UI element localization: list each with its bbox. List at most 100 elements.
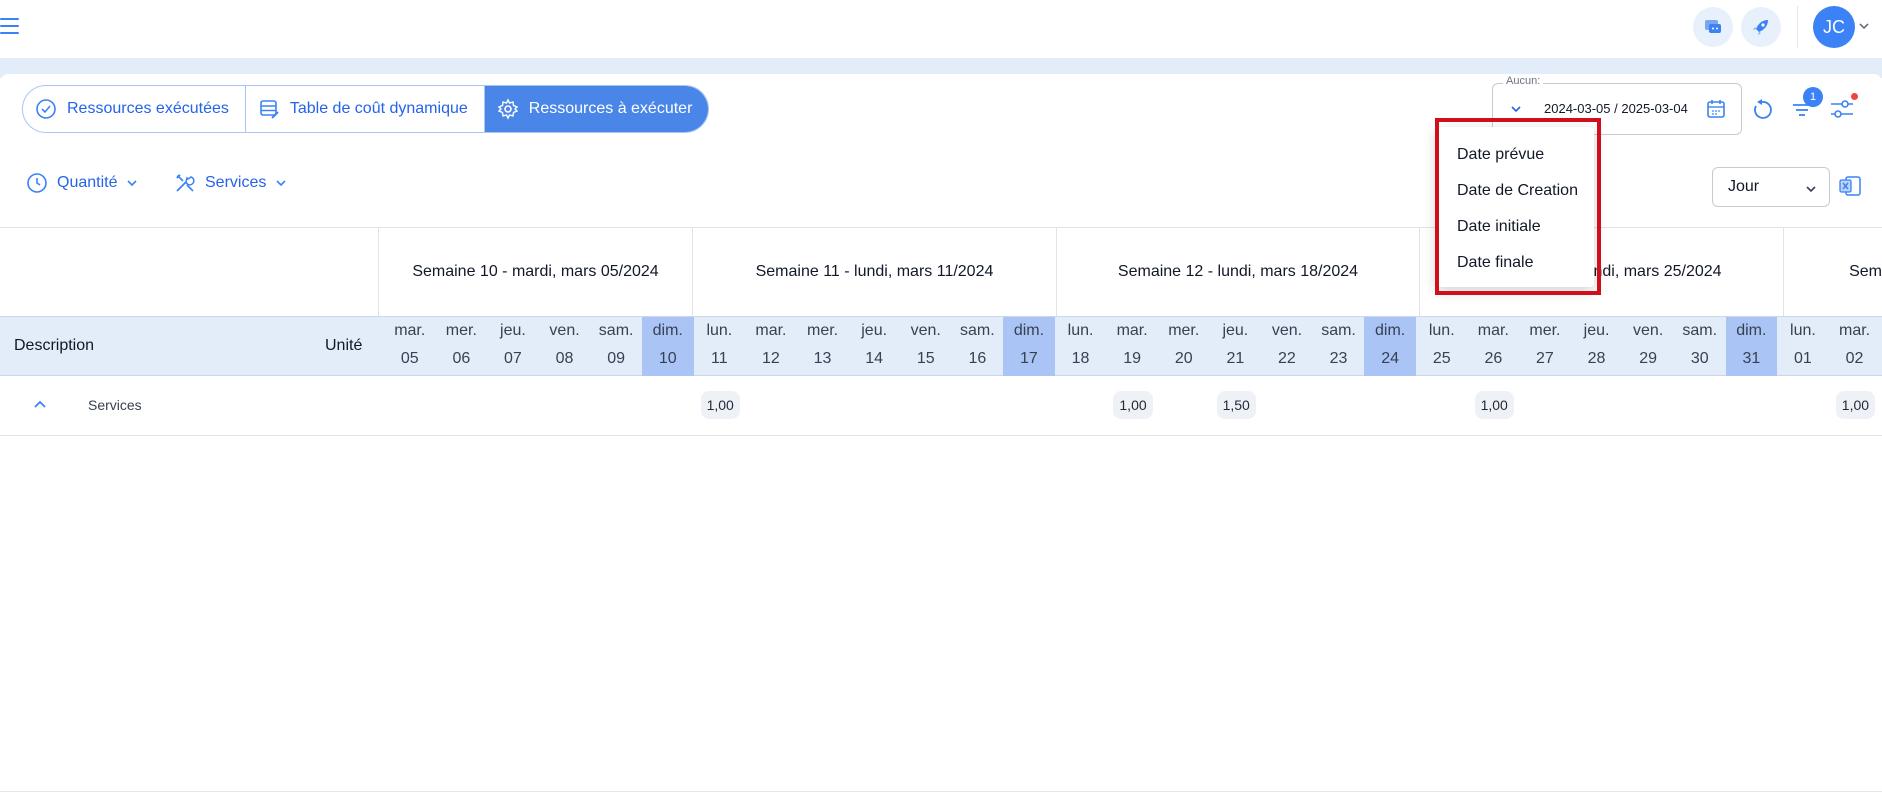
day-name: dim. [652,322,683,339]
clock-icon [27,173,47,193]
quantity-filter-label: Quantité [57,174,118,191]
cell-value[interactable]: 1,50 [1216,391,1256,419]
day-number: 18 [1071,350,1090,367]
day-name: ven. [1271,322,1303,339]
avatar-initials: JC [1823,16,1845,37]
chevron-down-icon[interactable] [1858,20,1870,32]
hamburger-icon[interactable] [0,18,20,36]
day-column-header: jeu. 14 [848,317,900,376]
day-name: ven. [1633,322,1664,339]
top-bar [0,0,1882,58]
week-header: Semaine 10 - mardi, mars 05/2024 [378,228,692,316]
view-select[interactable]: Jour [1712,167,1830,207]
day-column-header: dim. 31 [1725,317,1778,376]
day-column-header: dim. 17 [1003,317,1055,376]
view-tabs: Ressources exécutées Table de coût dynam… [22,85,710,133]
day-number: 01 [1794,350,1812,367]
day-column-header: mer. 13 [797,317,849,376]
services-filter-label: Services [205,174,267,191]
column-description[interactable]: Description [14,337,94,355]
quantity-filter[interactable]: Quantité [26,172,138,194]
bottom-border [0,791,1882,792]
day-name: lun. [1067,322,1094,339]
cell-value[interactable]: 1,00 [1474,391,1514,419]
column-unit[interactable]: Unité [325,337,362,355]
view-select-value: Jour [1728,178,1760,195]
day-column-header: dim. 24 [1364,317,1416,376]
date-range-label: Aucun: [1503,75,1544,87]
tab-ressources-executees[interactable]: Ressources exécutées [23,86,246,132]
day-name: dim. [1736,322,1767,339]
day-column-header: sam. 30 [1674,317,1726,376]
day-name: ven. [910,322,941,339]
day-name: jeu. [861,322,888,339]
day-column-header: lun. 25 [1416,317,1468,376]
day-number: 02 [1845,350,1864,367]
week-header: Semaine 11 - lundi, mars 11/2024 [692,228,1056,316]
day-name: mar. [755,322,787,339]
notification-dot [1851,93,1858,100]
day-number: 29 [1639,350,1658,367]
day-number: 06 [452,350,471,367]
day-column-header: mer. 20 [1158,317,1210,376]
day-column-header: jeu. 21 [1210,317,1262,376]
day-name: jeu. [1583,322,1610,339]
day-number: 19 [1123,350,1142,367]
chevron-up-icon[interactable] [33,398,47,412]
day-number: 11 [711,350,728,367]
settings-sliders-icon[interactable] [1829,96,1855,122]
day-column-header: jeu. 28 [1571,317,1623,376]
week-header: Semaine 12 - lundi, mars 18/2024 [1056,228,1419,316]
filter-count-badge: 1 [1803,87,1823,107]
table-row [0,377,1882,436]
day-name: mar. [1116,322,1148,339]
day-number: 23 [1329,350,1348,367]
avatar[interactable]: JC [1813,6,1855,48]
check-circle-icon [36,99,56,119]
day-number: 25 [1432,350,1451,367]
calendar-icon[interactable] [1705,98,1727,120]
row-label: Services [88,397,142,413]
day-column-header: lun. 18 [1055,317,1107,376]
day-column-header: ven. 22 [1261,317,1313,376]
day-column-header: sam. 16 [952,317,1004,376]
day-name: dim. [1013,322,1045,339]
reset-icon[interactable] [1750,98,1774,122]
day-name: mer. [1529,322,1561,339]
tab-ressources-a-executer[interactable]: Ressources à exécuter [484,86,709,132]
cell-value[interactable]: 1,00 [1835,391,1876,419]
day-number: 21 [1226,350,1245,367]
day-name: jeu. [500,322,526,339]
day-number: 30 [1690,350,1709,367]
chat-button[interactable] [1693,7,1733,47]
day-name: lun. [706,322,733,339]
day-number: 20 [1174,350,1193,367]
day-column-header: ven. 29 [1622,317,1674,376]
day-number: 07 [504,350,522,367]
day-name: sam. [1682,322,1718,339]
cell-value[interactable]: 1,00 [700,391,740,419]
tab-label: Ressources à exécuter [528,100,693,117]
day-name: dim. [1375,322,1406,339]
day-name: mer. [1168,322,1200,339]
day-number: 08 [555,350,574,367]
day-number: 16 [968,350,987,367]
excel-export-icon[interactable] [1838,174,1862,198]
day-name: sam. [1321,322,1356,339]
tools-icon [176,174,195,192]
day-number: 09 [607,350,626,367]
rocket-button[interactable] [1741,7,1781,47]
day-column-header: ven. 08 [539,317,591,376]
date-range-value: 2024-03-05 / 2025-03-04 [1544,101,1688,116]
day-column-header: mar. 12 [745,317,797,376]
chevron-down-icon[interactable] [1510,103,1522,115]
day-name: lun. [1428,322,1455,339]
tab-table-cout-dynamique[interactable]: Table de coût dynamique [246,86,485,132]
tab-label: Ressources exécutées [67,100,229,117]
services-filter[interactable]: Services [174,172,287,194]
day-number: 31 [1742,350,1761,367]
cell-value[interactable]: 1,00 [1113,391,1153,419]
day-number: 26 [1484,350,1503,367]
day-column-header: ven. 15 [900,317,952,376]
chevron-down-icon [127,180,138,187]
